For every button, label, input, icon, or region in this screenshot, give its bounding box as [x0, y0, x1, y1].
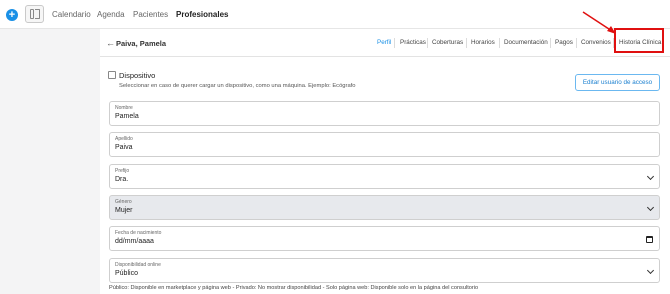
tab-coberturas[interactable]: Coberturas: [432, 39, 463, 46]
professional-name: Paiva, Pamela: [116, 39, 167, 48]
nombre-value: Pamela: [115, 113, 139, 120]
tab-convenios[interactable]: Convenios: [581, 39, 611, 46]
chevron-down-icon: [646, 203, 655, 212]
tab-horarios[interactable]: Horarios: [471, 39, 495, 46]
sidebar-toggle-icon[interactable]: [25, 5, 44, 23]
chevron-down-icon: [646, 266, 655, 275]
chevron-down-icon: [646, 172, 655, 181]
calendar-icon[interactable]: [646, 236, 653, 243]
genero-select[interactable]: Género Mujer: [109, 195, 660, 220]
disponibilidad-value: Público: [115, 270, 138, 277]
disponibilidad-select[interactable]: Disponibilidad online Público: [109, 258, 660, 283]
profile-form: Dispositivo Seleccionar en caso de quere…: [100, 57, 670, 294]
fecha-label: Fecha de nacimiento: [115, 230, 162, 236]
nombre-field[interactable]: Nombre Pamela: [109, 101, 660, 126]
dispositivo-label: Dispositivo: [119, 71, 156, 80]
fecha-value: dd/mm/aaaa: [115, 238, 154, 245]
availability-help: Público: Disponible en marketplace y pág…: [109, 285, 479, 291]
tab-pagos[interactable]: Pagos: [555, 39, 573, 46]
genero-value: Mujer: [115, 207, 133, 214]
disponibilidad-label: Disponibilidad online: [115, 262, 161, 268]
apellido-label: Apellido: [115, 136, 133, 142]
genero-label: Género: [115, 199, 132, 205]
nav-profesionales[interactable]: Profesionales: [176, 10, 228, 19]
nombre-label: Nombre: [115, 105, 133, 111]
fecha-nacimiento-field[interactable]: Fecha de nacimiento dd/mm/aaaa: [109, 226, 660, 251]
nav-agenda[interactable]: Agenda: [97, 10, 125, 19]
back-arrow-icon[interactable]: ←: [106, 38, 115, 48]
apellido-value: Paiva: [115, 144, 133, 151]
prefijo-label: Prefijo: [115, 168, 130, 174]
nav-calendario[interactable]: Calendario: [52, 10, 91, 19]
left-pane: [0, 29, 100, 294]
tab-practicas[interactable]: Prácticas: [400, 39, 426, 46]
tab-perfil[interactable]: Perfil: [377, 39, 391, 46]
nav-pacientes[interactable]: Pacientes: [133, 10, 168, 19]
add-plus-icon[interactable]: +: [6, 9, 18, 21]
apellido-field[interactable]: Apellido Paiva: [109, 132, 660, 157]
edit-access-user-button[interactable]: Editar usuario de acceso: [575, 74, 660, 91]
prefijo-value: Dra.: [115, 176, 129, 183]
dispositivo-help: Seleccionar en caso de querer cargar un …: [119, 83, 356, 89]
highlight-box-annotation: [614, 28, 664, 53]
tab-documentacion[interactable]: Documentación: [504, 39, 548, 46]
top-navbar: + Calendario Agenda Pacientes Profesiona…: [0, 0, 670, 29]
prefijo-select[interactable]: Prefijo Dra.: [109, 164, 660, 189]
dispositivo-checkbox[interactable]: [108, 71, 116, 79]
